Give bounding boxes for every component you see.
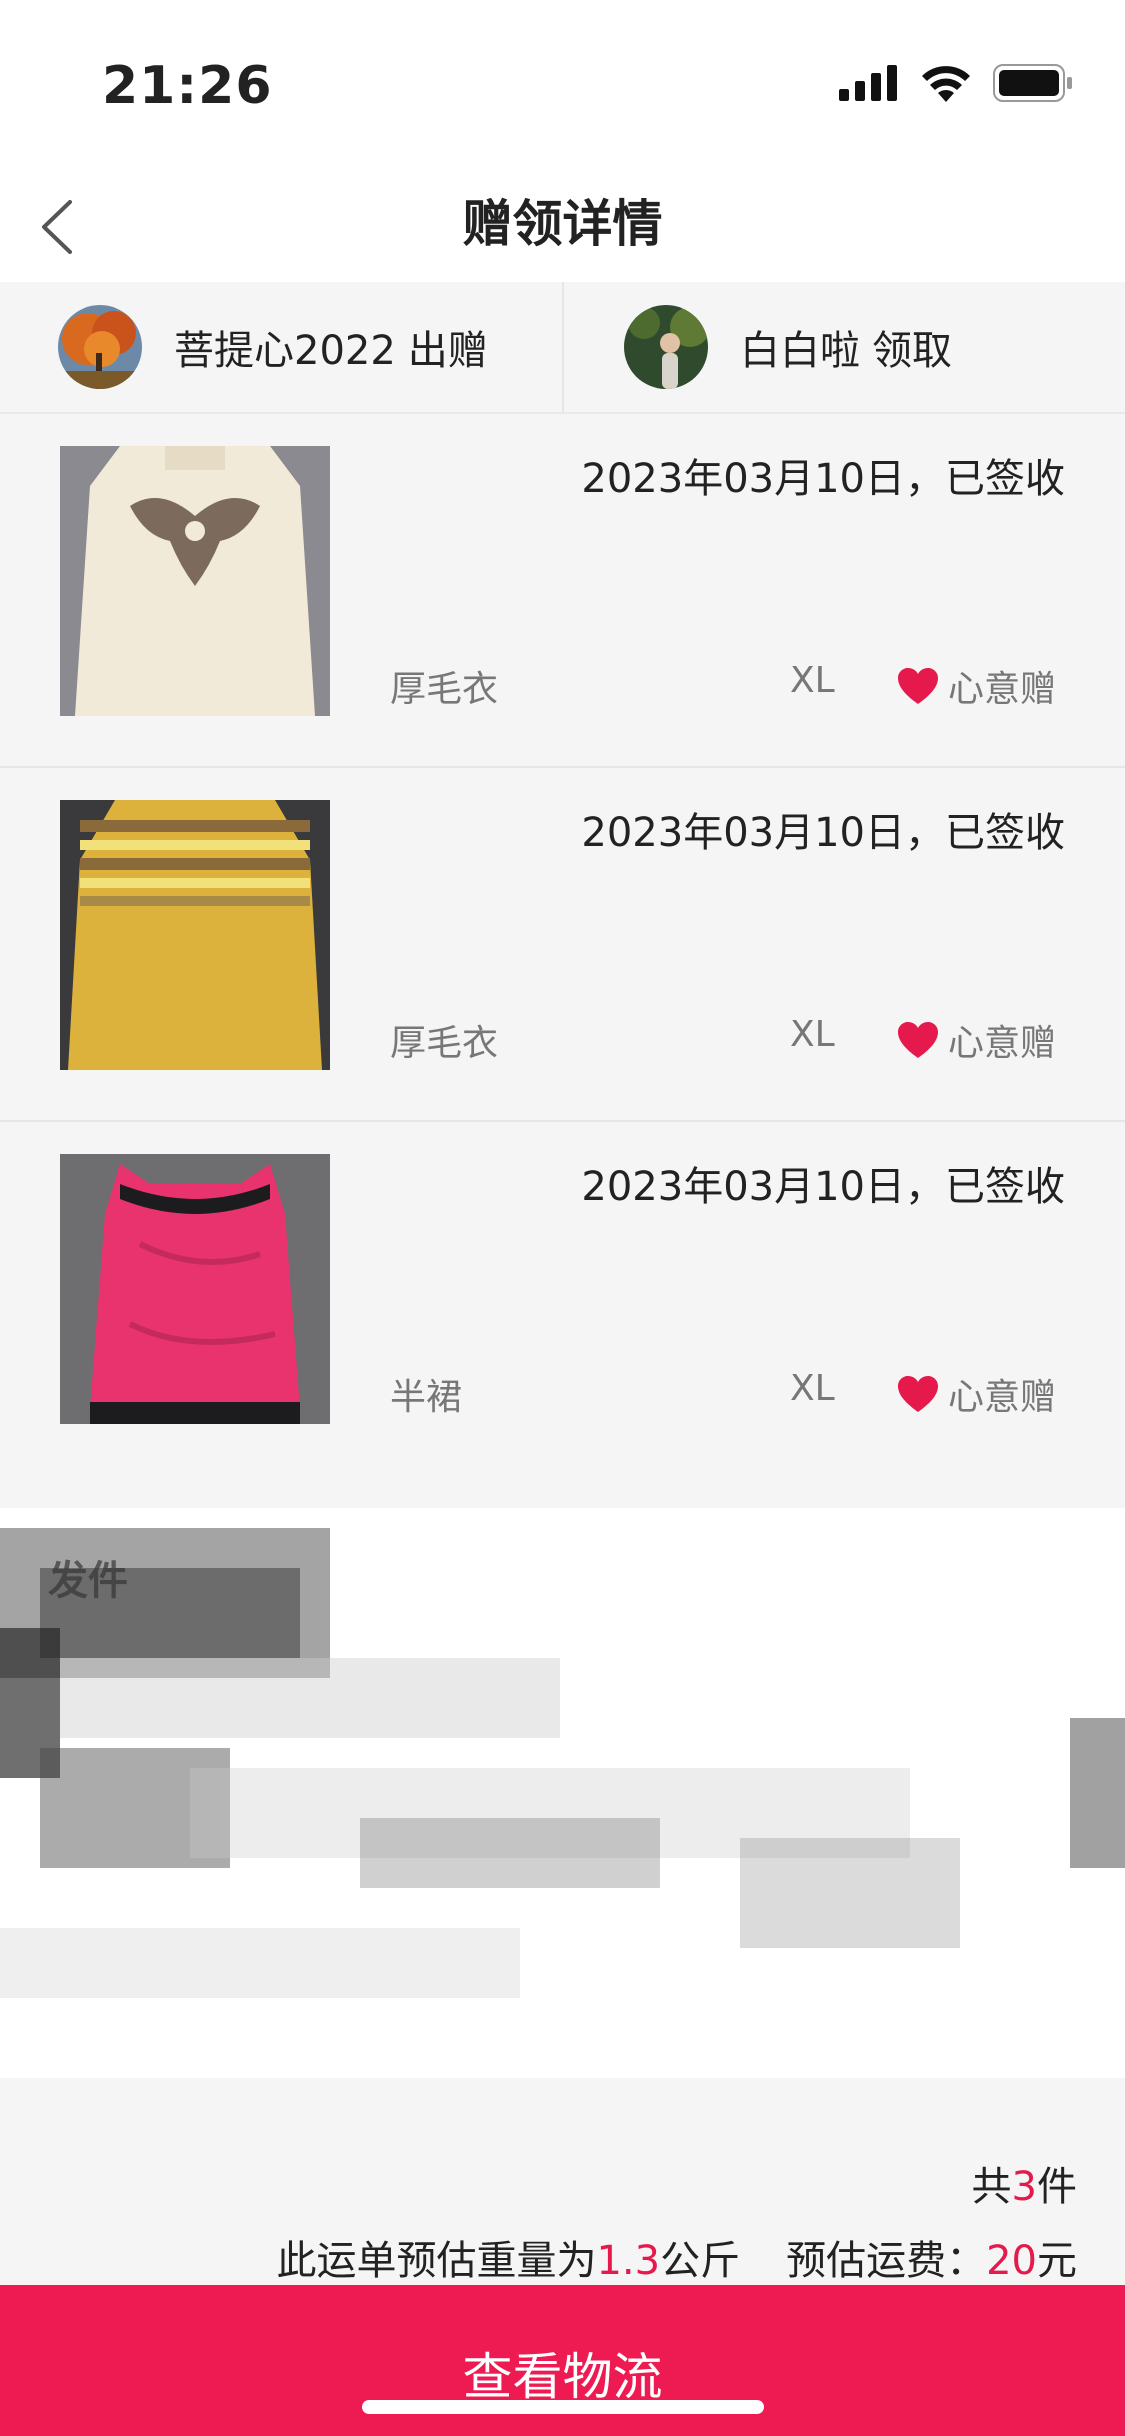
item-name: 厚毛衣	[390, 1023, 499, 1064]
redaction-scribble	[0, 1528, 1125, 1998]
item-status: 2023年03月10日，已签收	[581, 810, 1065, 856]
receiver[interactable]: 白白啦 领取	[624, 282, 952, 412]
giver[interactable]: 菩提心2022 出赠	[58, 282, 488, 412]
home-indicator	[362, 2400, 764, 2414]
item-tag-label: 心意赠	[948, 1377, 1057, 1418]
fee-value: 20	[986, 2238, 1037, 2284]
count-value: 3	[1011, 2164, 1037, 2210]
item-photo	[60, 800, 330, 1070]
parties-row: 菩提心2022 出赠 白白啦 领取	[0, 282, 1125, 414]
status-icons	[839, 64, 1073, 102]
count-prefix: 共	[971, 2164, 1012, 2210]
list-item[interactable]: 2023年03月10日，已签收 厚毛衣 XL 心意赠	[0, 414, 1125, 768]
signal-icon	[839, 65, 897, 101]
page-title: 赠领详情	[462, 195, 663, 253]
item-size: XL	[790, 1368, 835, 1409]
item-tag: 心意赠	[896, 660, 1056, 712]
status-time: 21:26	[102, 56, 273, 116]
item-status: 2023年03月10日，已签收	[581, 1164, 1065, 1210]
item-tag-label: 心意赠	[948, 669, 1057, 710]
item-status: 2023年03月10日，已签收	[581, 456, 1065, 502]
item-tag: 心意赠	[896, 1368, 1056, 1420]
nav-bar: 赠领详情	[0, 170, 1125, 282]
list-item[interactable]: 2023年03月10日，已签收 厚毛衣 XL 心意赠	[0, 768, 1125, 1122]
item-count: 共3件	[972, 2154, 1077, 2212]
count-suffix: 件	[1037, 2164, 1077, 2210]
fee-unit: 元	[1037, 2238, 1077, 2284]
status-bar: 21:26	[0, 0, 1125, 170]
giver-avatar	[58, 305, 142, 389]
item-photo	[60, 1154, 330, 1424]
weight-unit: 公斤	[660, 2238, 741, 2284]
view-logistics-label: 查看物流	[462, 2348, 663, 2406]
fee-label: 预估运费：	[786, 2238, 987, 2284]
giver-action: 出赠	[407, 328, 488, 374]
shipping-estimate: 此运单预估重量为1.3公斤 预估运费：20元	[276, 2228, 1077, 2286]
receiver-name: 白白啦	[740, 328, 860, 374]
item-tag: 心意赠	[896, 1014, 1056, 1066]
sender-info-redacted: 发件	[0, 1508, 1125, 2078]
item-name: 厚毛衣	[390, 669, 499, 710]
heart-icon	[898, 1376, 938, 1412]
giver-name: 菩提心2022	[174, 328, 396, 374]
weight-value: 1.3	[596, 2238, 661, 2284]
weight-prefix: 此运单预估重量为	[276, 2238, 597, 2284]
item-size: XL	[790, 660, 835, 701]
item-name: 半裙	[390, 1377, 463, 1418]
wifi-icon	[922, 66, 970, 102]
divider	[562, 282, 564, 412]
item-tag-label: 心意赠	[948, 1023, 1057, 1064]
receiver-action: 领取	[872, 328, 952, 374]
heart-icon	[898, 1022, 938, 1058]
list-item[interactable]: 2023年03月10日，已签收 半裙 XL 心意赠	[0, 1122, 1125, 1474]
battery-icon	[993, 64, 1072, 102]
item-photo	[60, 446, 330, 716]
receiver-avatar	[624, 305, 708, 389]
item-size: XL	[790, 1014, 835, 1055]
heart-icon	[898, 668, 938, 704]
